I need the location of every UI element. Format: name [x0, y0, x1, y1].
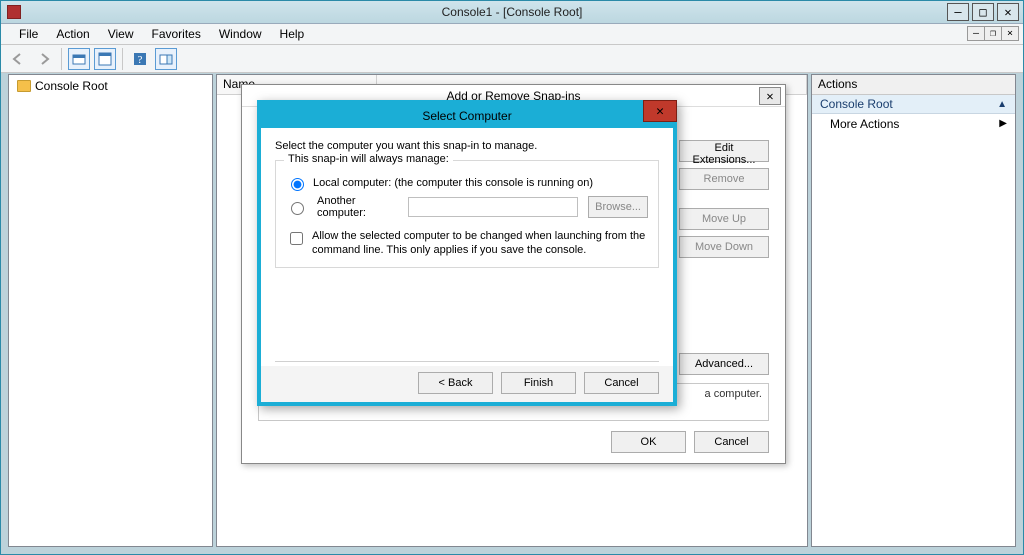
- select-footer-separator: [275, 361, 659, 362]
- tree-pane[interactable]: Console Root: [8, 74, 213, 547]
- menu-action[interactable]: Action: [48, 25, 97, 43]
- tree-root-label: Console Root: [35, 79, 108, 93]
- move-up-button[interactable]: Move Up: [679, 208, 769, 230]
- window-controls: — □ ✕: [947, 3, 1019, 21]
- menu-window[interactable]: Window: [211, 25, 270, 43]
- forward-button[interactable]: [33, 48, 55, 70]
- mdi-restore[interactable]: ❐: [984, 26, 1002, 41]
- snapins-desc-fragment: a computer.: [705, 388, 762, 400]
- show-hide-tree-button[interactable]: [68, 48, 90, 70]
- select-intro-text: Select the computer you want this snap-i…: [275, 140, 659, 152]
- finish-button[interactable]: Finish: [501, 372, 576, 394]
- chevron-right-icon: ▶: [999, 118, 1007, 129]
- titlebar[interactable]: Console1 - [Console Root] — □ ✕: [1, 1, 1023, 24]
- actions-group-console-root[interactable]: Console Root ▲: [812, 95, 1015, 114]
- actions-more[interactable]: More Actions ▶: [812, 114, 1015, 134]
- radio-local-row[interactable]: Local computer: (the computer this conso…: [286, 175, 648, 191]
- radio-local-computer[interactable]: [291, 178, 304, 191]
- snapins-side-buttons: Edit Extensions... Remove Move Up Move D…: [679, 140, 769, 258]
- select-group-title: This snap-in will always manage:: [284, 153, 453, 165]
- minimize-button[interactable]: —: [947, 3, 969, 21]
- mdi-minimize[interactable]: –: [967, 26, 985, 41]
- select-footer: < Back Finish Cancel: [418, 372, 659, 394]
- snapins-advanced: Advanced...: [679, 353, 769, 375]
- maximize-button[interactable]: □: [972, 3, 994, 21]
- allow-change-label: Allow the selected computer to be change…: [312, 229, 648, 257]
- menu-favorites[interactable]: Favorites: [144, 25, 209, 43]
- separator: [122, 48, 123, 70]
- move-down-button[interactable]: Move Down: [679, 236, 769, 258]
- allow-change-checkbox[interactable]: [290, 232, 303, 245]
- folder-icon: [17, 80, 31, 92]
- close-button[interactable]: ✕: [997, 3, 1019, 21]
- tree-root-item[interactable]: Console Root: [15, 78, 206, 94]
- another-computer-input[interactable]: [408, 197, 578, 217]
- action-pane-button[interactable]: [155, 48, 177, 70]
- svg-text:?: ?: [138, 54, 143, 66]
- select-titlebar[interactable]: Select Computer ✕: [261, 104, 673, 128]
- select-body: Select the computer you want this snap-i…: [261, 128, 673, 366]
- edit-extensions-button[interactable]: Edit Extensions...: [679, 140, 769, 162]
- menu-help[interactable]: Help: [272, 25, 313, 43]
- snapins-bottom-buttons: OK Cancel: [611, 431, 769, 453]
- chevron-up-icon: ▲: [997, 99, 1007, 110]
- toolbar: ?: [1, 45, 1023, 73]
- ok-button[interactable]: OK: [611, 431, 686, 453]
- radio-another-row[interactable]: Another computer: Browse...: [286, 195, 648, 219]
- snapins-close-button[interactable]: ✕: [759, 87, 781, 105]
- cancel-button[interactable]: Cancel: [694, 431, 769, 453]
- allow-change-row[interactable]: Allow the selected computer to be change…: [286, 229, 648, 257]
- back-button[interactable]: [7, 48, 29, 70]
- select-close-button[interactable]: ✕: [643, 100, 677, 122]
- help-button[interactable]: ?: [129, 48, 151, 70]
- radio-local-label: Local computer: (the computer this conso…: [313, 177, 593, 189]
- radio-another-computer[interactable]: [291, 202, 304, 215]
- separator: [61, 48, 62, 70]
- menu-view[interactable]: View: [100, 25, 142, 43]
- mdi-close[interactable]: ×: [1001, 26, 1019, 41]
- select-title: Select Computer: [422, 109, 511, 123]
- export-list-button[interactable]: [94, 48, 116, 70]
- menubar: File Action View Favorites Window Help –…: [1, 24, 1023, 45]
- advanced-button[interactable]: Advanced...: [679, 353, 769, 375]
- mdi-controls: – ❐ ×: [968, 26, 1019, 41]
- browse-button[interactable]: Browse...: [588, 196, 648, 218]
- mmc-app-icon: [7, 5, 21, 19]
- window-title: Console1 - [Console Root]: [442, 5, 583, 19]
- select-manage-group: This snap-in will always manage: Local c…: [275, 160, 659, 268]
- menu-file[interactable]: File: [11, 25, 46, 43]
- actions-group-label: Console Root: [820, 97, 893, 111]
- radio-another-label: Another computer:: [317, 195, 398, 219]
- actions-pane: Actions Console Root ▲ More Actions ▶: [811, 74, 1016, 547]
- cancel-button[interactable]: Cancel: [584, 372, 659, 394]
- select-computer-dialog: Select Computer ✕ Select the computer yo…: [257, 100, 677, 406]
- actions-more-label: More Actions: [830, 117, 899, 131]
- remove-button[interactable]: Remove: [679, 168, 769, 190]
- actions-pane-title: Actions: [812, 75, 1015, 95]
- back-button[interactable]: < Back: [418, 372, 493, 394]
